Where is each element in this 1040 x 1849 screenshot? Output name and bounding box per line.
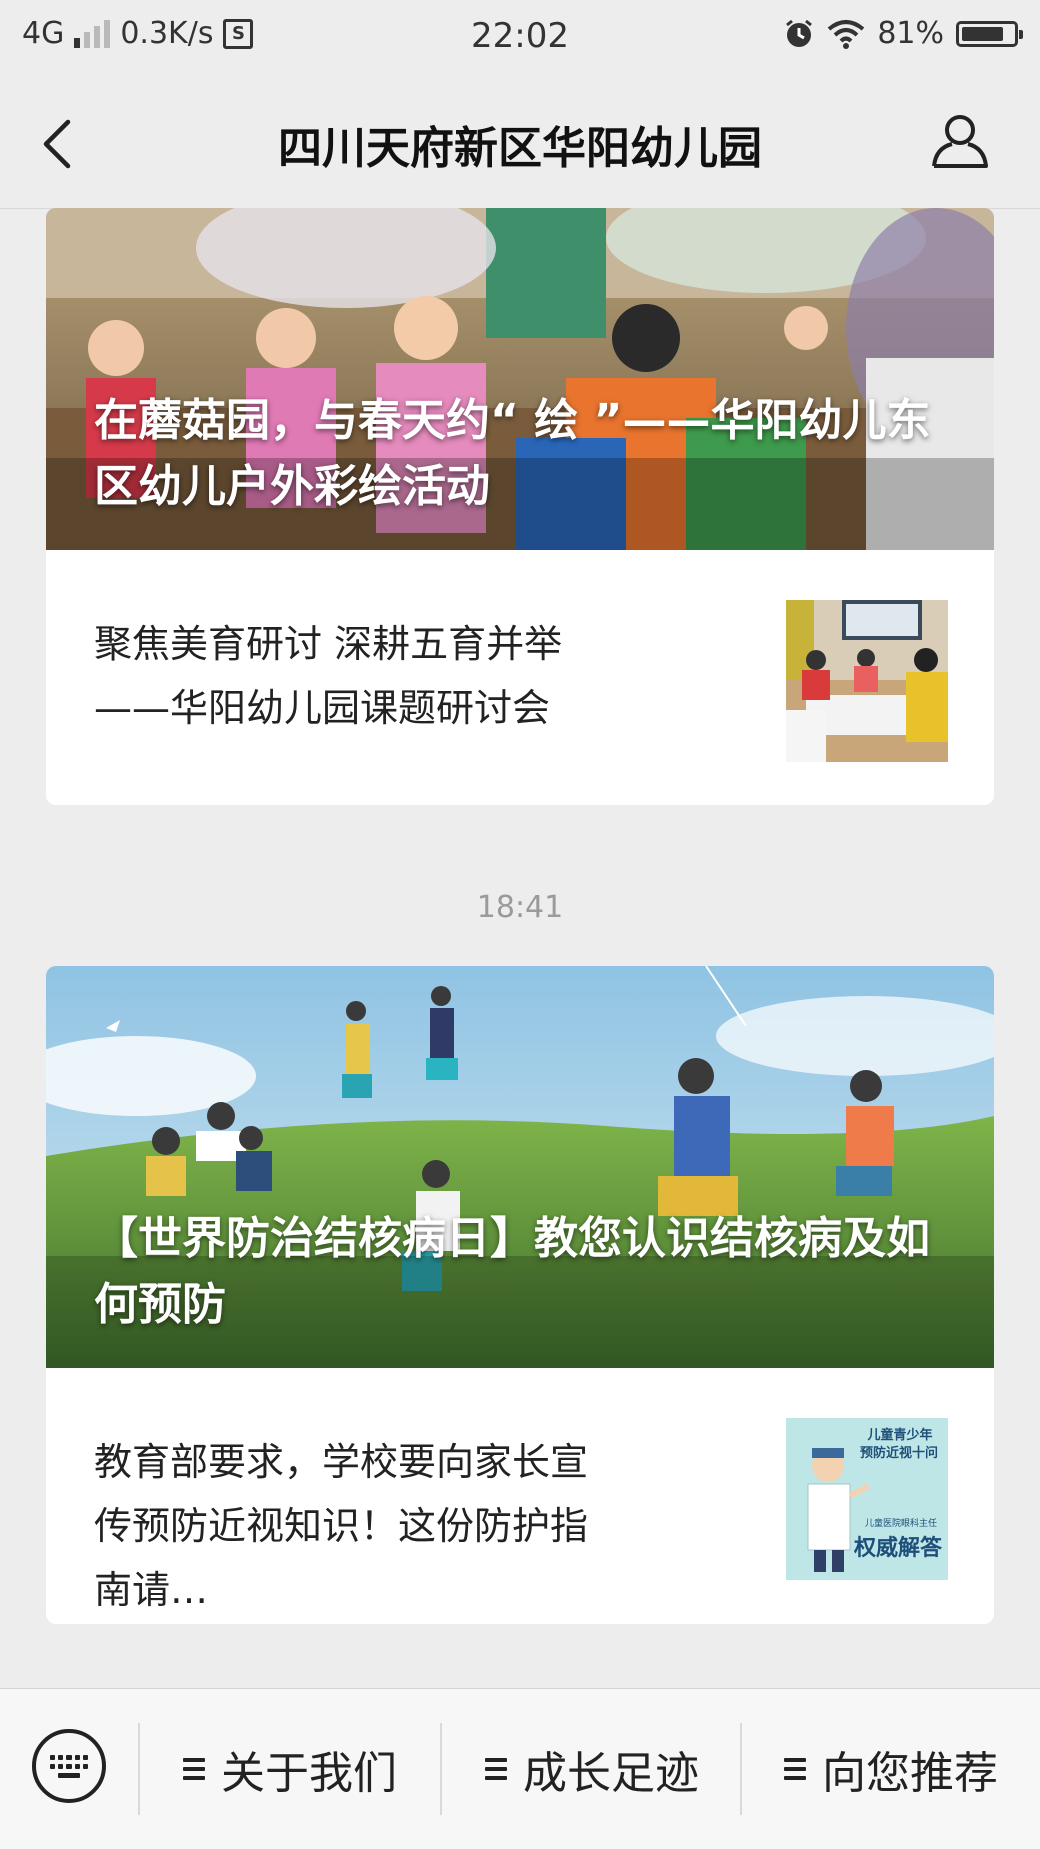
hero-article[interactable]: 在蘑菇园，与春天约“ 绘 ”——华阳幼儿东区幼儿户外彩绘活动 xyxy=(46,208,994,550)
article-thumbnail: 儿童青少年 预防近视十问 儿童医院眼科主任 权威解答 xyxy=(786,1418,948,1580)
bottom-menu: 关于我们 成长足迹 向您推荐 xyxy=(0,1688,1040,1849)
article-card: 在蘑菇园，与春天约“ 绘 ”——华阳幼儿东区幼儿户外彩绘活动 聚焦美育研讨 深耕… xyxy=(46,208,994,805)
alarm-icon xyxy=(786,19,813,47)
battery-percent: 81% xyxy=(877,16,944,51)
article-title: 聚焦美育研讨 深耕五育并举——华阳幼儿园课题研讨会 xyxy=(94,622,563,730)
menu-list-icon xyxy=(784,1753,806,1785)
article-title: 教育部要求，学校要向家长宣传预防近视知识！这份防护指南请… xyxy=(94,1440,589,1612)
menu-list-icon xyxy=(183,1753,205,1785)
page-title: 四川天府新区华阳幼儿园 xyxy=(278,123,762,174)
hero-article[interactable]: 【世界防治结核病日】教您认识结核病及如何预防 xyxy=(46,966,994,1368)
menu-item-about[interactable]: 关于我们 xyxy=(140,1689,440,1849)
article-thumbnail xyxy=(786,600,948,762)
wifi-icon xyxy=(828,19,865,49)
thumb-caption-line2: 预防近视十问 xyxy=(859,1446,938,1461)
thumb-caption-line1: 儿童青少年 xyxy=(867,1428,933,1443)
keyboard-toggle-icon[interactable] xyxy=(32,1729,106,1803)
status-bar: 4G 0.3K/s S 22:02 81% xyxy=(0,0,1040,72)
menu-item-recommend[interactable]: 向您推荐 xyxy=(742,1689,1040,1849)
menu-item-label: 关于我们 xyxy=(221,1748,397,1799)
menu-item-label: 成长足迹 xyxy=(523,1748,699,1799)
hero-article-title: 【世界防治结核病日】教您认识结核病及如何预防 xyxy=(94,1213,930,1330)
battery-fill xyxy=(962,26,1003,41)
profile-icon[interactable] xyxy=(930,110,990,170)
hero-article-title: 在蘑菇园，与春天约“ 绘 ”——华阳幼儿东区幼儿户外彩绘活动 xyxy=(94,395,931,512)
menu-item-label: 向您推荐 xyxy=(822,1748,998,1799)
menu-item-growth[interactable]: 成长足迹 xyxy=(442,1689,742,1849)
list-item[interactable]: 教育部要求，学校要向家长宣传预防近视知识！这份防护指南请… 儿童青少年 预防近视… xyxy=(46,1368,994,1624)
menu-list-icon xyxy=(485,1753,507,1785)
thumb-caption-big: 权威解答 xyxy=(853,1536,942,1561)
message-timestamp: 18:41 xyxy=(476,890,564,925)
status-right: 81% xyxy=(783,16,1023,51)
thumb-caption-small: 儿童医院眼科主任 xyxy=(864,1519,937,1529)
battery-icon xyxy=(956,20,1023,47)
nav-bar: 四川天府新区华阳幼儿园 xyxy=(0,72,1040,209)
article-card: 【世界防治结核病日】教您认识结核病及如何预防 教育部要求，学校要向家长宣传预防近… xyxy=(46,966,994,1624)
list-item[interactable]: 聚焦美育研讨 深耕五育并举——华阳幼儿园课题研讨会 xyxy=(46,550,994,805)
